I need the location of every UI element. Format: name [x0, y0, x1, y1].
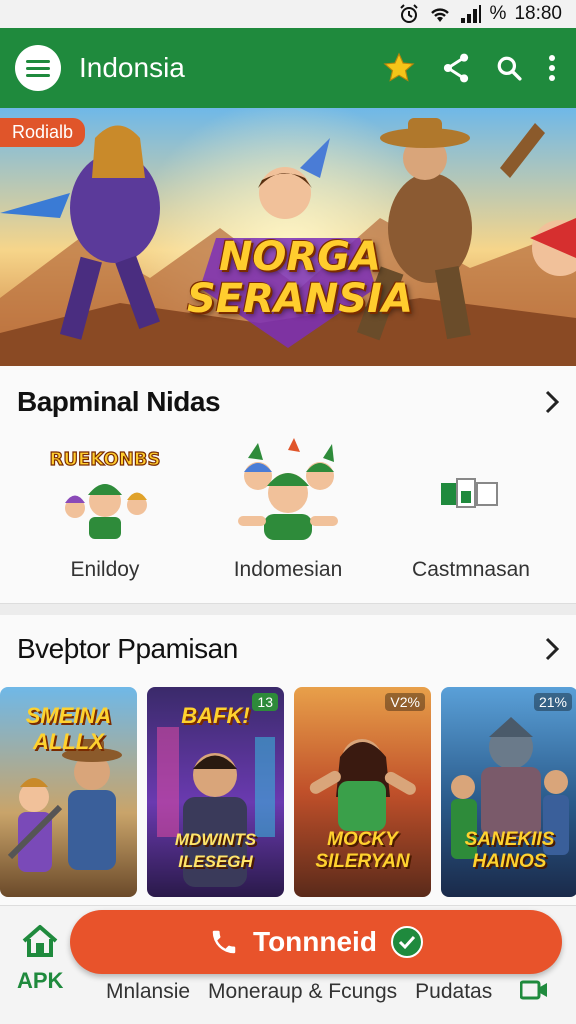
section-card-1: Bapminal Nidas RUEKONBS Enildoy Indomesi… — [0, 366, 576, 604]
phone-icon — [212, 930, 236, 954]
chevron-right-icon[interactable] — [544, 389, 560, 415]
search-icon[interactable] — [496, 55, 522, 81]
section-card-2: Bveþtor Ppamisan SMEINA ALLLX 13 BAFK! M… — [0, 615, 576, 905]
check-circle-icon — [390, 926, 423, 958]
download-button-label: Tonnneid — [253, 926, 377, 957]
app-title: Indonsia — [79, 52, 185, 83]
game-title-bottom: MOCKY SILERYAN — [315, 829, 410, 872]
signal-icon — [460, 4, 482, 24]
banner-title-line1: NORGA — [218, 234, 382, 280]
game-card[interactable]: SMEINA ALLLX — [0, 687, 137, 897]
nav-link[interactable]: Moneraup & Fcungs — [208, 980, 397, 1004]
game-badge: 21% — [533, 693, 572, 711]
category-item[interactable]: Indomesian — [203, 438, 373, 582]
category-row: RUEKONBS Enildoy Indomesian Castmnasan — [0, 438, 576, 582]
section-header-2[interactable]: Bveþtor Ppamisan — [0, 615, 576, 683]
banner-title-line2: SERANSIA — [186, 276, 413, 322]
video-icon[interactable] — [519, 980, 548, 1005]
chevron-right-icon[interactable] — [544, 636, 560, 662]
game-title-bottom: SANEKIIS HAINOS — [464, 829, 555, 872]
app-bar: Indonsia — [0, 28, 576, 108]
status-bar: % 18:80 — [0, 0, 576, 28]
nav-link[interactable]: Mnlansie — [106, 980, 190, 1004]
battery-text: % — [489, 3, 507, 24]
section-title-2: Bveþtor Ppamisan — [17, 633, 238, 664]
game-card[interactable]: 21% SANEKIIS HAINOS — [441, 687, 576, 897]
category-item[interactable]: Castmnasan — [386, 438, 556, 582]
banner-tag: Rodialb — [0, 118, 86, 147]
game-title-top: BAFK! — [181, 703, 250, 728]
clock: 18:80 — [514, 3, 562, 24]
alarm-icon — [398, 3, 420, 25]
bottom-nav: APK Tonnneid Mnlansie Moneraup & Fcungs … — [0, 905, 576, 1024]
category-art: RUEKONBS — [45, 438, 165, 548]
menu-icon — [26, 60, 50, 77]
app-actions — [382, 51, 556, 85]
category-label: Indomesian — [233, 558, 343, 581]
category-art — [228, 438, 348, 548]
share-icon[interactable] — [442, 53, 470, 83]
section-header-1[interactable]: Bapminal Nidas — [0, 366, 576, 438]
section-title-1: Bapminal Nidas — [17, 386, 221, 417]
category-item[interactable]: RUEKONBS Enildoy — [20, 438, 190, 582]
game-row: SMEINA ALLLX 13 BAFK! MDWINTS ILESEGH V2… — [0, 687, 576, 897]
game-title-bottom: MDWINTS ILESEGH — [174, 830, 257, 871]
game-title-top: SMEINA ALLLX — [25, 703, 112, 754]
wifi-icon — [428, 4, 452, 24]
hero-banner[interactable]: Rodialb NORGA SERANSIA — [0, 108, 576, 366]
category-art-text: RUEKONBS — [50, 449, 161, 470]
star-icon[interactable] — [382, 51, 416, 85]
banner-title: NORGA SERANSIA — [180, 236, 420, 320]
category-label: Enildoy — [70, 558, 140, 581]
game-card[interactable]: V2% MOCKY SILERYAN — [294, 687, 431, 897]
download-button[interactable]: Tonnneid — [70, 910, 562, 974]
nav-links: Mnlansie Moneraup & Fcungs Pudatas — [106, 980, 492, 1004]
more-vert-icon[interactable] — [548, 55, 556, 81]
category-label: Castmnasan — [412, 558, 530, 581]
nav-apk-label: APK — [17, 968, 64, 993]
game-card[interactable]: 13 BAFK! MDWINTS ILESEGH — [147, 687, 284, 897]
toggle-tiles-icon — [439, 438, 503, 548]
nav-home[interactable]: APK — [17, 924, 63, 994]
game-badge: V2% — [385, 693, 425, 711]
menu-button[interactable] — [15, 45, 61, 91]
home-icon — [22, 925, 58, 957]
nav-link[interactable]: Pudatas — [415, 980, 492, 1004]
